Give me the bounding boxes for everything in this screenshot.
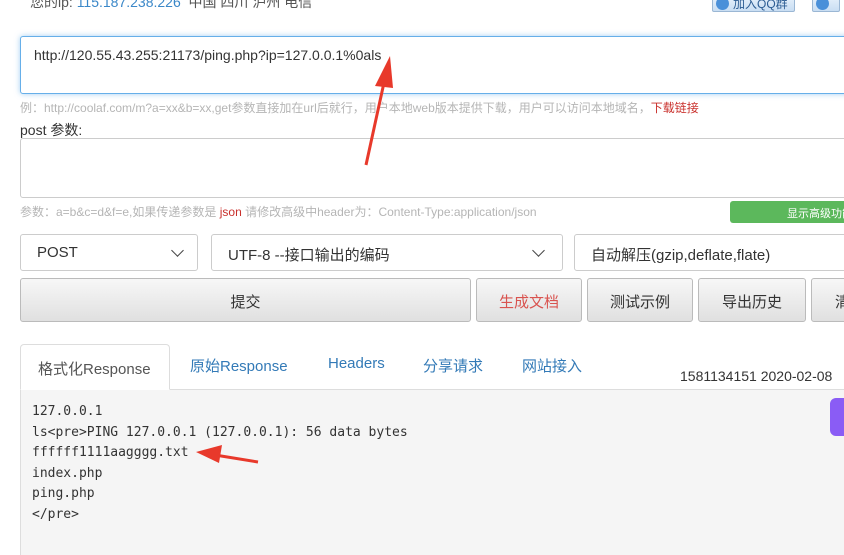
annotation-arrows [196, 56, 393, 464]
annotation-arrow-url [364, 56, 393, 166]
annotation-arrow-flag [196, 445, 259, 464]
